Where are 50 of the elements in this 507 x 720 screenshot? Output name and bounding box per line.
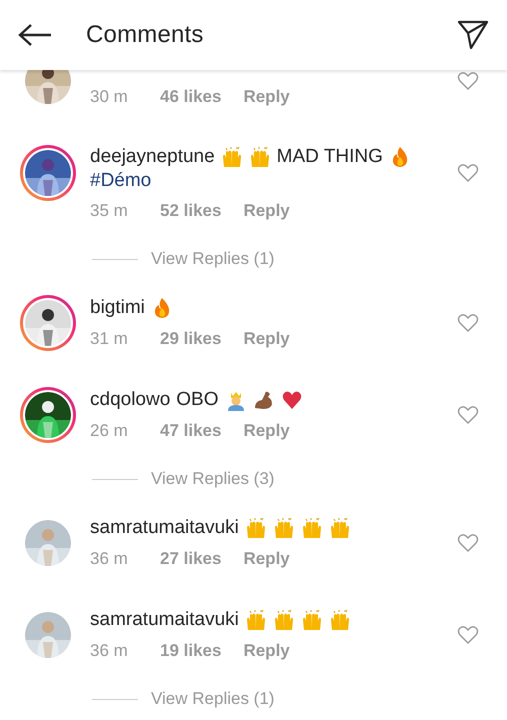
- comment-text: MAD THING: [276, 145, 383, 169]
- like-icon[interactable]: [457, 625, 479, 645]
- reply-link[interactable]: Reply: [243, 326, 290, 352]
- likes-link[interactable]: 47 likes: [160, 418, 222, 444]
- raised-hands-icon: [244, 609, 267, 631]
- heart-emoji-icon: [280, 389, 303, 411]
- reply-link[interactable]: Reply: [243, 638, 290, 664]
- username[interactable]: samratumaitavuki: [90, 516, 239, 540]
- like-icon[interactable]: [457, 313, 479, 333]
- comment-text: OBO: [176, 388, 219, 412]
- username[interactable]: samratumaitavuki: [90, 608, 239, 632]
- like-icon[interactable]: [457, 533, 479, 553]
- raised-hands-icon: [220, 146, 243, 168]
- comment-time: 36 m: [90, 640, 129, 662]
- username[interactable]: cdqolowo: [90, 388, 170, 412]
- back-icon[interactable]: [18, 23, 52, 47]
- send-icon[interactable]: [457, 20, 489, 50]
- comment-time: 30 m: [90, 86, 129, 108]
- likes-link[interactable]: 46 likes: [160, 84, 222, 110]
- hashtag-link[interactable]: #Démo: [90, 169, 457, 193]
- reply-link[interactable]: Reply: [243, 418, 290, 444]
- reply-link[interactable]: Reply: [243, 198, 290, 224]
- raised-hands-icon: [272, 517, 295, 539]
- reply-link[interactable]: Reply: [243, 84, 290, 110]
- view-replies-link[interactable]: View Replies (1): [151, 686, 274, 712]
- raised-hands-icon: [328, 517, 351, 539]
- username[interactable]: deejayneptune: [90, 145, 215, 169]
- raised-hands-icon: [272, 609, 295, 631]
- flexed-arm-icon: [252, 389, 275, 411]
- likes-link[interactable]: 27 likes: [160, 546, 222, 572]
- comment-time: 31 m: [90, 328, 129, 350]
- view-replies-link[interactable]: View Replies (3): [151, 466, 274, 492]
- raised-hands-icon: [244, 517, 267, 539]
- comment-time: 35 m: [90, 200, 129, 222]
- page-title: Comments: [86, 21, 205, 49]
- likes-link[interactable]: 19 likes: [160, 638, 222, 664]
- raised-hands-icon: [300, 517, 323, 539]
- raised-hands-icon: [248, 146, 271, 168]
- like-icon[interactable]: [457, 71, 479, 91]
- username[interactable]: bigtimi: [90, 296, 145, 320]
- view-replies-link[interactable]: View Replies (1): [151, 246, 274, 272]
- reply-link[interactable]: Reply: [243, 546, 290, 572]
- comment-time: 36 m: [90, 548, 129, 570]
- comment-time: 26 m: [90, 420, 129, 442]
- like-icon[interactable]: [457, 405, 479, 425]
- like-icon[interactable]: [457, 163, 479, 183]
- likes-link[interactable]: 29 likes: [160, 326, 222, 352]
- likes-link[interactable]: 52 likes: [160, 198, 222, 224]
- raised-hands-icon: [300, 609, 323, 631]
- raised-hands-icon: [328, 609, 351, 631]
